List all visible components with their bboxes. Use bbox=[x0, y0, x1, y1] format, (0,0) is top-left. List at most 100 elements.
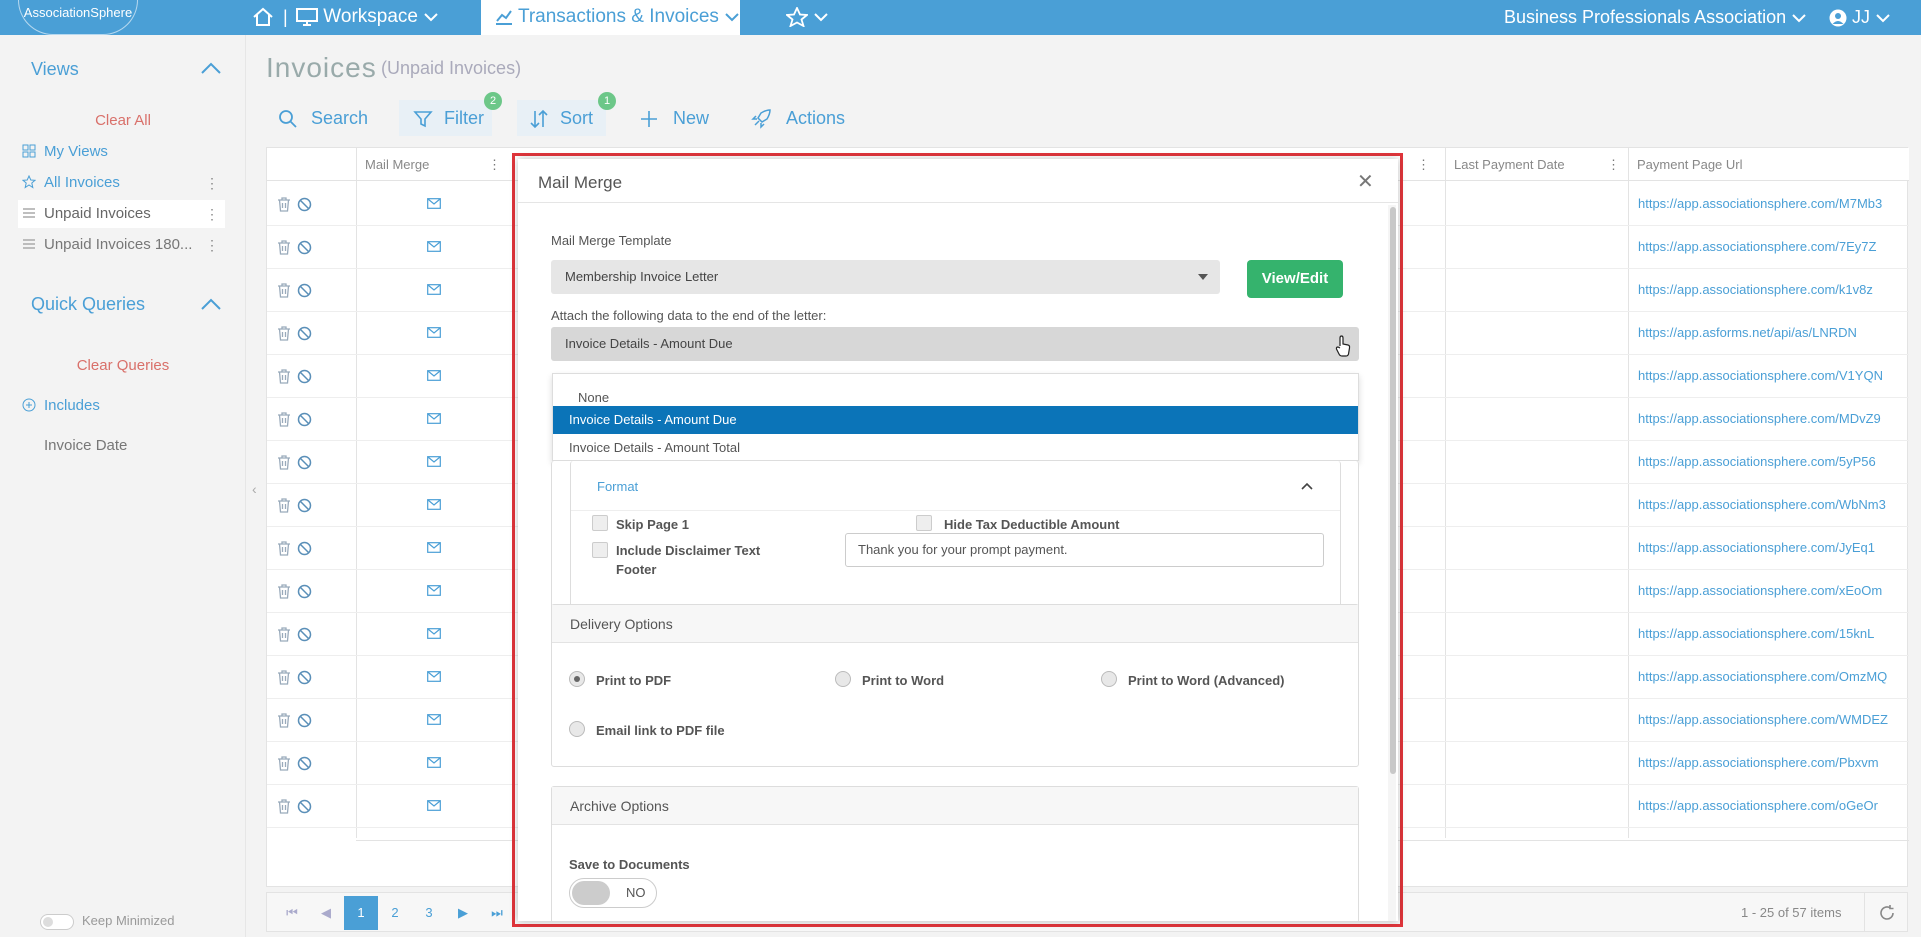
attach-select[interactable]: Invoice Details - Amount Due bbox=[551, 327, 1359, 361]
ban-icon[interactable] bbox=[297, 756, 312, 771]
keep-minimized-toggle[interactable]: Keep Minimized bbox=[40, 913, 175, 930]
refresh-button[interactable] bbox=[1864, 893, 1908, 931]
payment-url-link[interactable]: https://app.associationsphere.com/5yP56 bbox=[1638, 454, 1876, 469]
ban-icon[interactable] bbox=[297, 240, 312, 255]
trash-icon[interactable] bbox=[277, 541, 291, 556]
clear-all-link[interactable]: Clear All bbox=[0, 112, 246, 129]
column-header-last-payment-date[interactable]: Last Payment Date ⋮ bbox=[1445, 148, 1628, 181]
includes-toggle[interactable]: Includes bbox=[18, 392, 225, 420]
payment-url-link[interactable]: https://app.associationsphere.com/xEoOm bbox=[1638, 583, 1882, 598]
sidebar-item-unpaid-invoices-180[interactable]: Unpaid Invoices 180... ⋮ bbox=[18, 231, 225, 259]
view-edit-button[interactable]: View/Edit bbox=[1247, 260, 1343, 298]
chevron-up-icon[interactable] bbox=[200, 297, 222, 311]
sidebar-item-unpaid-invoices[interactable]: Unpaid Invoices ⋮ bbox=[18, 200, 225, 228]
column-menu-icon[interactable]: ⋮ bbox=[1607, 148, 1620, 181]
ban-icon[interactable] bbox=[297, 197, 312, 212]
trash-icon[interactable] bbox=[277, 369, 291, 384]
page-2-button[interactable]: 2 bbox=[378, 896, 412, 930]
mail-icon[interactable] bbox=[427, 456, 441, 467]
mail-icon[interactable] bbox=[427, 198, 441, 209]
payment-url-link[interactable]: https://app.associationsphere.com/OmzMQ bbox=[1638, 669, 1887, 684]
payment-url-link[interactable]: https://app.associationsphere.com/k1v8z bbox=[1638, 282, 1873, 297]
format-heading[interactable]: Format bbox=[597, 479, 638, 494]
chevron-up-icon[interactable] bbox=[200, 61, 222, 75]
template-select[interactable]: Membership Invoice Letter bbox=[551, 260, 1220, 294]
trash-icon[interactable] bbox=[277, 240, 291, 255]
payment-url-link[interactable]: https://app.associationsphere.com/MDvZ9 bbox=[1638, 411, 1881, 426]
ban-icon[interactable] bbox=[297, 369, 312, 384]
org-menu[interactable]: Business Professionals Association bbox=[1504, 0, 1807, 35]
app-logo[interactable]: AssociationSphere bbox=[18, 0, 138, 35]
skip-page-checkbox[interactable] bbox=[592, 515, 608, 531]
payment-url-link[interactable]: https://app.asforms.net/api/as/LNRDN bbox=[1638, 325, 1857, 340]
favorites-menu[interactable] bbox=[786, 0, 829, 35]
sidebar-item-my-views[interactable]: My Views bbox=[18, 138, 225, 166]
chevron-up-icon[interactable] bbox=[1300, 481, 1314, 491]
trash-icon[interactable] bbox=[277, 799, 291, 814]
invoice-date-query[interactable]: Invoice Date bbox=[18, 432, 225, 460]
payment-url-link[interactable]: https://app.associationsphere.com/oGeOr bbox=[1638, 798, 1878, 813]
save-documents-toggle[interactable]: NO bbox=[569, 878, 657, 908]
payment-url-link[interactable]: https://app.associationsphere.com/7Ey7Z bbox=[1638, 239, 1876, 254]
hide-tax-checkbox[interactable] bbox=[916, 515, 932, 531]
column-menu-icon[interactable]: ⋮ bbox=[1417, 148, 1430, 181]
trash-icon[interactable] bbox=[277, 756, 291, 771]
trash-icon[interactable] bbox=[277, 713, 291, 728]
mail-icon[interactable] bbox=[427, 499, 441, 510]
print-pdf-radio[interactable] bbox=[569, 671, 585, 687]
mail-icon[interactable] bbox=[427, 370, 441, 381]
dialog-scrollbar-thumb[interactable] bbox=[1390, 207, 1396, 774]
ban-icon[interactable] bbox=[297, 584, 312, 599]
ban-icon[interactable] bbox=[297, 326, 312, 341]
trash-icon[interactable] bbox=[277, 627, 291, 642]
payment-url-link[interactable]: https://app.associationsphere.com/M7Mb3 bbox=[1638, 196, 1882, 211]
mail-icon[interactable] bbox=[427, 585, 441, 596]
trash-icon[interactable] bbox=[277, 412, 291, 427]
sidebar-item-all-invoices[interactable]: All Invoices ⋮ bbox=[18, 169, 225, 197]
search-button[interactable]: Search bbox=[278, 100, 368, 136]
email-link-radio[interactable] bbox=[569, 721, 585, 737]
payment-url-link[interactable]: https://app.associationsphere.com/Pbxvm bbox=[1638, 755, 1879, 770]
collapse-sidebar-icon[interactable]: ‹ bbox=[252, 481, 257, 497]
payment-url-link[interactable]: https://app.associationsphere.com/15knL bbox=[1638, 626, 1874, 641]
next-page-icon[interactable]: ▶ bbox=[446, 896, 480, 930]
new-button[interactable]: New bbox=[640, 100, 709, 136]
print-word-radio[interactable] bbox=[835, 671, 851, 687]
payment-url-link[interactable]: https://app.associationsphere.com/WbNm3 bbox=[1638, 497, 1886, 512]
ban-icon[interactable] bbox=[297, 283, 312, 298]
home-icon[interactable] bbox=[252, 0, 274, 35]
filter-button[interactable]: Filter 2 bbox=[399, 92, 502, 136]
prev-page-icon[interactable]: ◀ bbox=[309, 896, 343, 930]
mail-icon[interactable] bbox=[427, 628, 441, 639]
print-word-advanced-radio[interactable] bbox=[1101, 671, 1117, 687]
column-header-mail-merge[interactable]: Mail Merge ⋮ bbox=[356, 148, 509, 181]
sort-button[interactable]: Sort 1 bbox=[517, 92, 616, 136]
more-options-icon[interactable]: ⋮ bbox=[205, 200, 219, 228]
page-1-button[interactable]: 1 bbox=[344, 896, 378, 930]
clear-queries-link[interactable]: Clear Queries bbox=[0, 357, 246, 374]
mail-icon[interactable] bbox=[427, 757, 441, 768]
mail-icon[interactable] bbox=[427, 542, 441, 553]
option-amount-total[interactable]: Invoice Details - Amount Total bbox=[553, 434, 1358, 462]
more-options-icon[interactable]: ⋮ bbox=[205, 231, 219, 259]
ban-icon[interactable] bbox=[297, 627, 312, 642]
quick-queries-heading[interactable]: Quick Queries bbox=[31, 294, 145, 315]
disclaimer-checkbox[interactable] bbox=[592, 542, 608, 558]
more-options-icon[interactable]: ⋮ bbox=[205, 169, 219, 197]
disclaimer-text-input[interactable]: Thank you for your prompt payment. bbox=[845, 533, 1324, 567]
ban-icon[interactable] bbox=[297, 498, 312, 513]
trash-icon[interactable] bbox=[277, 326, 291, 341]
mail-icon[interactable] bbox=[427, 241, 441, 252]
option-amount-due[interactable]: Invoice Details - Amount Due bbox=[553, 406, 1358, 434]
column-header-payment-page-url[interactable]: Payment Page Url bbox=[1628, 148, 1909, 181]
payment-url-link[interactable]: https://app.associationsphere.com/JyEq1 bbox=[1638, 540, 1875, 555]
column-menu-icon[interactable]: ⋮ bbox=[488, 148, 501, 181]
trash-icon[interactable] bbox=[277, 670, 291, 685]
ban-icon[interactable] bbox=[297, 713, 312, 728]
ban-icon[interactable] bbox=[297, 412, 312, 427]
ban-icon[interactable] bbox=[297, 670, 312, 685]
ban-icon[interactable] bbox=[297, 799, 312, 814]
workspace-menu[interactable]: Workspace bbox=[296, 0, 439, 35]
mail-icon[interactable] bbox=[427, 800, 441, 811]
mail-icon[interactable] bbox=[427, 284, 441, 295]
